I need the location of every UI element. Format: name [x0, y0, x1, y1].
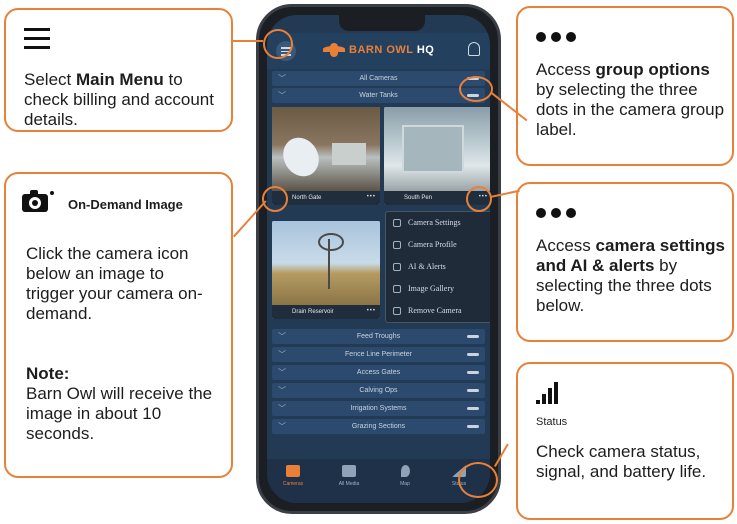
camera-icon-highlight — [262, 186, 288, 212]
camera-name: Drain Reservoir — [272, 305, 380, 319]
media-icon — [342, 465, 356, 477]
status-callout: Status Check camera status, signal, and … — [516, 362, 734, 520]
menu-item-camera-profile[interactable]: Camera Profile — [386, 234, 490, 256]
profile-icon — [393, 241, 401, 249]
camera-name: North Gate — [272, 191, 380, 205]
group-bar[interactable]: ﹀ Feed Troughs — [272, 329, 485, 344]
three-dots-icon — [536, 208, 576, 218]
group-options-callout: Access group options by selecting the th… — [516, 6, 734, 166]
nav-cameras[interactable]: Cameras — [273, 465, 313, 487]
group-bar-all-cameras[interactable]: ﹀ All Cameras — [272, 71, 485, 86]
settings-icon — [393, 219, 401, 227]
on-demand-title: On-Demand Image — [68, 197, 183, 212]
camera-more-button[interactable]: ••• — [367, 308, 376, 314]
camera-settings-text: Access camera settings and AI & alerts b… — [536, 236, 725, 315]
nav-all-media[interactable]: All Media — [329, 465, 369, 487]
camera-icon — [22, 190, 54, 212]
group-more-button[interactable] — [467, 371, 479, 374]
status-highlight — [458, 462, 498, 498]
group-options-text: Access group options by selecting the th… — [536, 60, 725, 139]
cameras-icon — [286, 465, 300, 477]
chevron-down-icon: ﹀ — [278, 404, 286, 413]
menu-item-camera-settings[interactable]: Camera Settings — [386, 212, 490, 234]
status-bar — [267, 15, 490, 33]
notch — [339, 15, 425, 31]
status-body: Check camera status, signal, and battery… — [536, 442, 707, 481]
menu-item-ai-alerts[interactable]: AI & Alerts — [386, 256, 490, 278]
note-label: Note: — [26, 364, 70, 383]
group-more-button[interactable] — [467, 353, 479, 356]
hamburger-menu-icon — [24, 28, 50, 49]
camera-image — [272, 107, 380, 191]
group-bar[interactable]: ﹀ Calving Ops — [272, 383, 485, 398]
app-header: BARN OWL HQ — [267, 33, 490, 69]
menu-item-image-gallery[interactable]: Image Gallery — [386, 278, 490, 300]
map-pin-icon — [400, 465, 410, 477]
group-more-button[interactable] — [467, 407, 479, 410]
camera-options-menu: Camera Settings Camera Profile AI & Aler… — [385, 211, 490, 323]
camera-settings-callout: Access camera settings and AI & alerts b… — [516, 182, 734, 342]
gallery-icon — [393, 285, 401, 293]
group-bar[interactable]: ﹀ Grazing Sections — [272, 419, 485, 434]
note-body: Barn Owl will receive the image in about… — [26, 384, 213, 443]
chevron-down-icon: ﹀ — [278, 386, 286, 395]
signal-bars-icon — [536, 382, 560, 404]
chevron-down-icon: ﹀ — [278, 74, 286, 83]
group-bar[interactable]: ﹀ Access Gates — [272, 365, 485, 380]
chevron-down-icon: ﹀ — [278, 91, 286, 100]
app-logo-text: BARN OWL HQ — [349, 44, 435, 56]
menu-item-remove-camera[interactable]: Remove Camera — [386, 300, 490, 322]
group-bar[interactable]: ﹀ Irrigation Systems — [272, 401, 485, 416]
chevron-down-icon: ﹀ — [278, 422, 286, 431]
connector-line — [233, 40, 263, 42]
camera-tile[interactable]: North Gate ••• — [272, 107, 380, 205]
group-more-button[interactable] — [467, 389, 479, 392]
chevron-down-icon: ﹀ — [278, 332, 286, 341]
owl-logo-icon — [323, 43, 345, 57]
camera-more-highlight — [466, 186, 492, 212]
camera-more-button[interactable]: ••• — [367, 194, 376, 200]
bottom-nav: Cameras All Media Map Status — [267, 459, 490, 503]
app-screen: BARN OWL HQ ﹀ All Cameras ﹀ Water Tanks … — [267, 15, 490, 503]
main-menu-text: Select Main Menu to check billing and ac… — [24, 70, 214, 129]
on-demand-callout: On-Demand Image Click the camera icon be… — [4, 172, 233, 478]
camera-image — [384, 107, 490, 191]
chevron-down-icon: ﹀ — [278, 368, 286, 377]
main-menu-callout: Select Main Menu to check billing and ac… — [4, 8, 233, 132]
status-label: Status — [536, 416, 568, 428]
alert-bell-icon — [393, 263, 401, 271]
three-dots-icon — [536, 32, 576, 42]
notification-bell-icon[interactable] — [468, 42, 480, 56]
group-more-button[interactable] — [467, 335, 479, 338]
group-more-button[interactable] — [467, 425, 479, 428]
chevron-down-icon: ﹀ — [278, 350, 286, 359]
on-demand-body: Click the camera icon below an image to … — [26, 244, 203, 323]
nav-map[interactable]: Map — [385, 465, 425, 487]
group-bar-water-tanks[interactable]: ﹀ Water Tanks — [272, 88, 485, 103]
trash-icon — [393, 307, 401, 315]
camera-tile[interactable]: Drain Reservoir ••• — [272, 221, 380, 319]
group-more-highlight — [459, 76, 493, 102]
camera-image — [272, 221, 380, 305]
group-bar[interactable]: ﹀ Fence Line Perimeter — [272, 347, 485, 362]
menu-highlight — [263, 29, 293, 59]
